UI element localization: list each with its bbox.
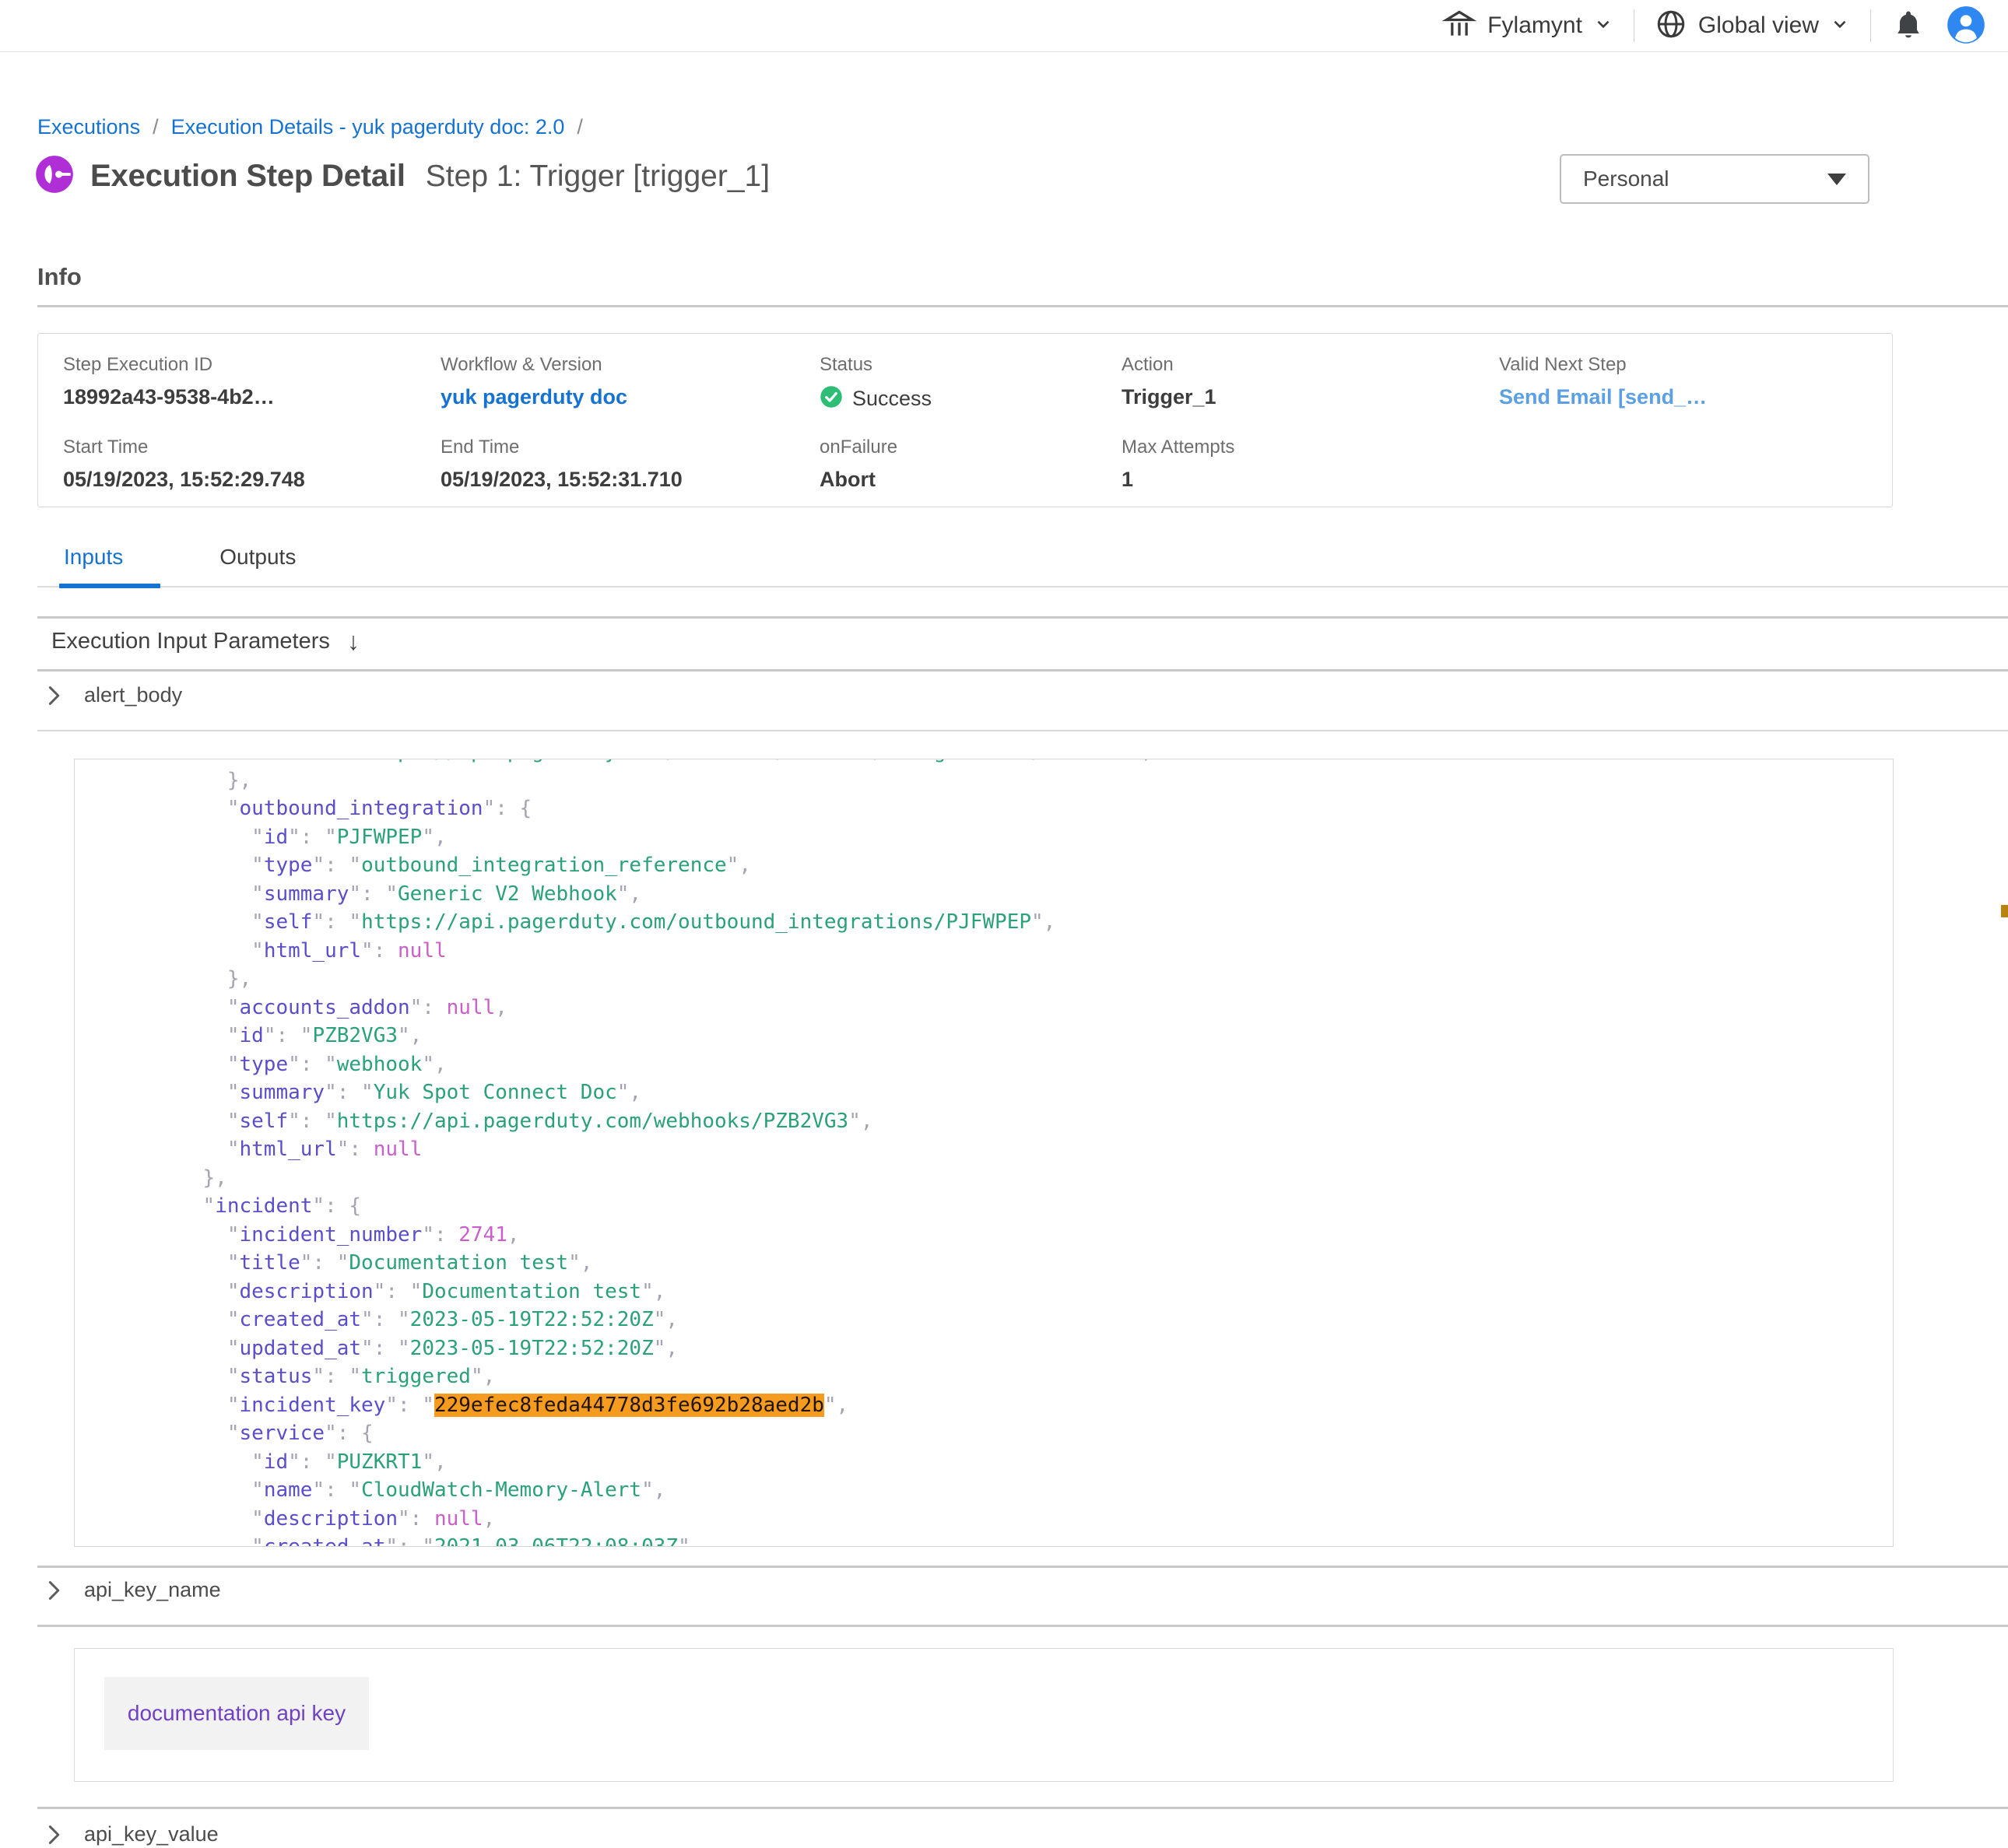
field-value: 05/19/2023, 15:52:29.748	[63, 468, 441, 492]
field-value: 18992a43-9538-4b2…	[63, 385, 441, 409]
breadcrumb: Executions / Execution Details - yuk pag…	[37, 115, 583, 139]
param-name: alert_body	[84, 683, 182, 707]
breadcrumb-separator: /	[153, 115, 159, 139]
field-label: End Time	[441, 437, 820, 458]
scope-select[interactable]: Personal	[1560, 154, 1869, 204]
divider	[37, 586, 2008, 587]
divider	[37, 669, 2008, 672]
field-label: Max Attempts	[1122, 437, 1499, 458]
divider	[37, 616, 2008, 619]
param-row-api-key-name[interactable]: api_key_name	[44, 1578, 221, 1602]
field-end-time: End Time 05/19/2023, 15:52:31.710	[441, 437, 820, 497]
chevron-right-icon	[44, 1823, 64, 1846]
next-step-link[interactable]: Send Email [send_…	[1499, 385, 1892, 409]
section-title: Execution Input Parameters	[51, 629, 330, 654]
download-arrow-icon[interactable]: ↓	[347, 627, 360, 656]
chevron-right-icon	[44, 1579, 64, 1602]
execution-input-parameters-header: Execution Input Parameters ↓	[51, 627, 360, 656]
success-check-icon	[820, 385, 843, 412]
chevron-down-icon	[1593, 14, 1613, 38]
json-code: "self": "https://api.pagerduty.com/servi…	[75, 759, 1893, 1547]
org-name: Fylamynt	[1487, 12, 1582, 39]
tab-inputs[interactable]: Inputs	[37, 545, 149, 570]
institution-icon	[1442, 7, 1476, 45]
field-workflow-version: Workflow & Version yuk pagerduty doc	[441, 354, 820, 415]
chevron-right-icon	[44, 684, 64, 707]
divider	[1870, 9, 1871, 42]
bell-icon	[1891, 8, 1926, 44]
divider	[37, 1807, 2008, 1809]
chevron-down-icon	[1830, 14, 1850, 38]
org-switcher[interactable]: Fylamynt	[1442, 7, 1613, 45]
info-card: Step Execution ID 18992a43-9538-4b2… Wor…	[37, 333, 1893, 507]
tab-bar: Inputs Outputs	[37, 545, 322, 570]
param-row-api-key-value[interactable]: api_key_value	[44, 1822, 219, 1846]
field-action: Action Trigger_1	[1122, 354, 1499, 415]
divider	[37, 1625, 2008, 1627]
page-title: Execution Step Detail	[90, 159, 405, 194]
field-status: Status Success	[820, 354, 1122, 415]
json-payload-viewer[interactable]: "self": "https://api.pagerduty.com/servi…	[74, 759, 1894, 1547]
page: Fylamynt Global view	[0, 0, 2008, 1848]
globe-icon	[1655, 8, 1687, 44]
user-avatar[interactable]	[1946, 5, 1986, 47]
info-heading: Info	[37, 263, 82, 291]
view-switcher[interactable]: Global view	[1655, 8, 1850, 44]
page-subtitle: Step 1: Trigger [trigger_1]	[426, 160, 770, 194]
topbar: Fylamynt Global view	[0, 0, 2008, 52]
field-label: Workflow & Version	[441, 354, 820, 376]
field-value: Abort	[820, 468, 1122, 492]
breadcrumb-executions[interactable]: Executions	[37, 115, 140, 139]
field-step-execution-id: Step Execution ID 18992a43-9538-4b2…	[63, 354, 441, 415]
field-label: Start Time	[63, 437, 441, 458]
field-valid-next-step: Valid Next Step Send Email [send_…	[1499, 354, 1892, 415]
api-key-chip-label: documentation api key	[128, 1701, 346, 1726]
active-tab-indicator	[59, 584, 160, 588]
api-key-name-value-card: documentation api key	[74, 1648, 1894, 1782]
workflow-brand-icon	[34, 154, 75, 198]
scrollbar-find-marker[interactable]	[2001, 905, 2008, 917]
notifications-button[interactable]	[1891, 8, 1926, 44]
divider	[37, 305, 2008, 307]
status-badge: Success	[852, 387, 932, 411]
scope-select-value: Personal	[1583, 167, 1669, 191]
field-onfailure: onFailure Abort	[820, 437, 1122, 497]
field-label: onFailure	[820, 437, 1122, 458]
field-value: 05/19/2023, 15:52:31.710	[441, 468, 820, 492]
param-row-alert-body[interactable]: alert_body	[44, 683, 182, 707]
divider	[37, 1566, 2008, 1568]
param-name: api_key_value	[84, 1822, 219, 1846]
field-value: 1	[1122, 468, 1499, 492]
field-start-time: Start Time 05/19/2023, 15:52:29.748	[63, 437, 441, 497]
dropdown-arrow-icon	[1827, 174, 1846, 185]
breadcrumb-execution-details[interactable]: Execution Details - yuk pagerduty doc: 2…	[171, 115, 565, 139]
field-max-attempts: Max Attempts 1	[1122, 437, 1499, 497]
divider	[37, 730, 2008, 731]
field-label: Status	[820, 354, 1122, 376]
breadcrumb-separator: /	[577, 115, 583, 139]
tab-outputs[interactable]: Outputs	[193, 545, 322, 570]
field-label: Valid Next Step	[1499, 354, 1892, 376]
page-title-row: Execution Step Detail Step 1: Trigger [t…	[34, 154, 770, 198]
field-label: Action	[1122, 354, 1499, 376]
person-icon	[1946, 5, 1986, 47]
workflow-link[interactable]: yuk pagerduty doc	[441, 385, 820, 409]
api-key-chip[interactable]: documentation api key	[104, 1677, 369, 1750]
param-name: api_key_name	[84, 1578, 221, 1602]
field-value: Trigger_1	[1122, 385, 1499, 409]
view-name: Global view	[1698, 12, 1819, 39]
field-label: Step Execution ID	[63, 354, 441, 376]
